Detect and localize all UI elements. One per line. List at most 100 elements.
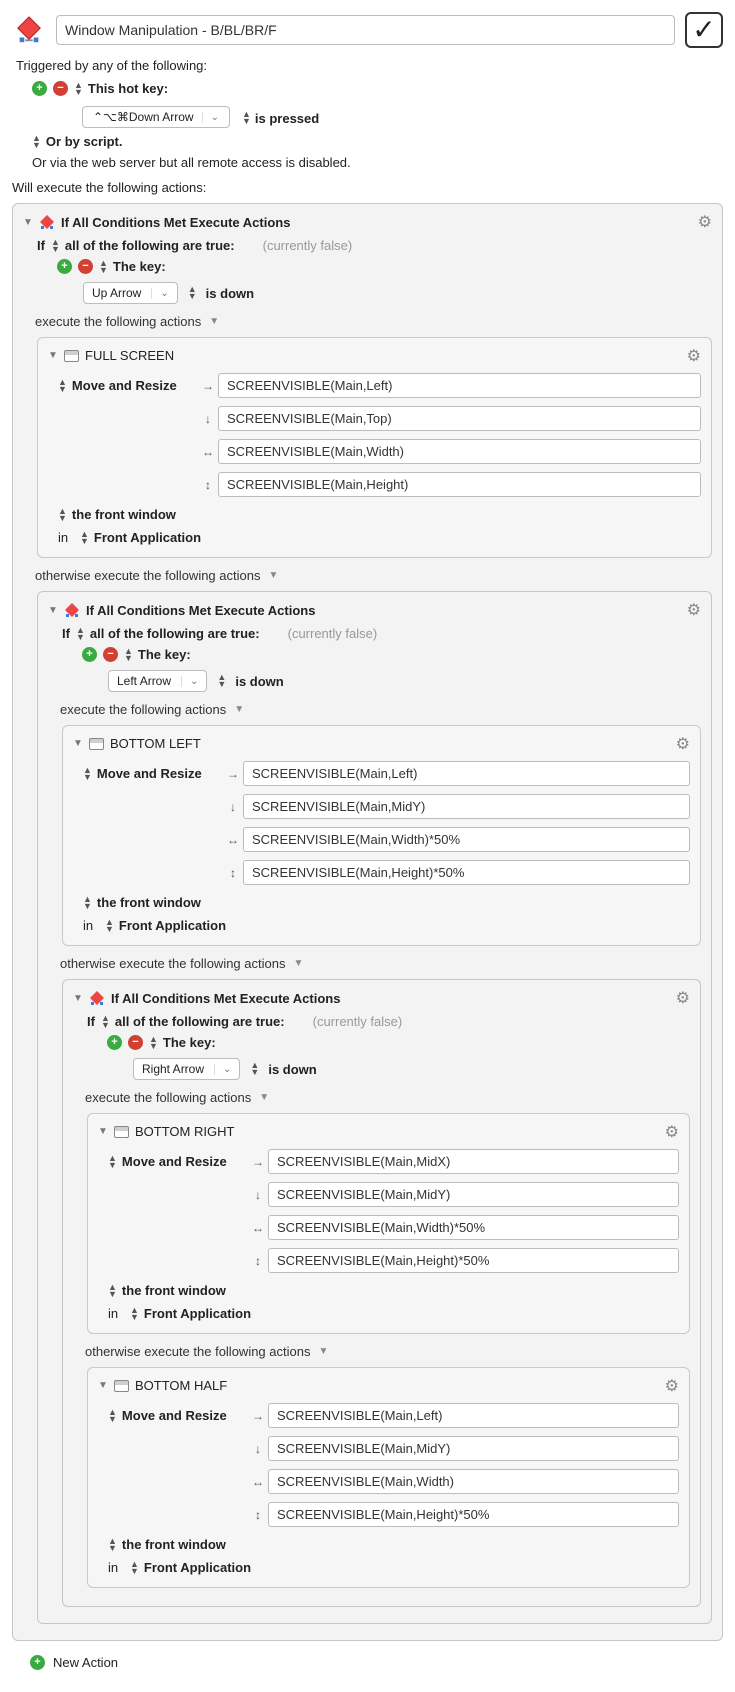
window-target-selector-icon[interactable] bbox=[58, 508, 66, 522]
all-true-label: all of the following are true: bbox=[115, 1014, 285, 1029]
front-application-label: Front Application bbox=[144, 1306, 251, 1321]
disclosure-triangle-icon[interactable]: ▼ bbox=[73, 993, 83, 1004]
param-width-input[interactable] bbox=[268, 1469, 679, 1494]
param-top-input[interactable] bbox=[218, 406, 701, 431]
macro-enabled-checkbox[interactable]: ✓ bbox=[685, 12, 723, 48]
action-type-selector-icon[interactable] bbox=[108, 1409, 116, 1423]
add-condition-button[interactable]: + bbox=[107, 1035, 122, 1050]
key-state-selector-icon[interactable] bbox=[250, 1062, 258, 1076]
param-top-input[interactable] bbox=[243, 794, 690, 819]
window-target-selector-icon[interactable] bbox=[108, 1538, 116, 1552]
key-select[interactable]: Right Arrow ⌄ bbox=[133, 1058, 240, 1080]
window-target-selector-icon[interactable] bbox=[108, 1284, 116, 1298]
if-mode-selector-icon[interactable] bbox=[76, 627, 84, 641]
chevron-down-icon[interactable]: ⌄ bbox=[181, 676, 198, 687]
param-width-input[interactable] bbox=[268, 1215, 679, 1240]
action-full-screen: ⚙ ▼ FULL SCREEN Move and Resize → ↓ ↔ ↕ … bbox=[37, 337, 712, 558]
disclosure-triangle-icon[interactable]: ▼ bbox=[318, 1346, 328, 1357]
move-resize-label: Move and Resize bbox=[122, 1408, 227, 1423]
key-select[interactable]: Left Arrow ⌄ bbox=[108, 670, 207, 692]
disclosure-triangle-icon[interactable]: ▼ bbox=[209, 316, 219, 327]
key-select[interactable]: Up Arrow ⌄ bbox=[83, 282, 178, 304]
if-label: If bbox=[87, 1014, 95, 1029]
disclosure-triangle-icon[interactable]: ▼ bbox=[98, 1380, 108, 1391]
param-width-input[interactable] bbox=[218, 439, 701, 464]
arrow-leftright-icon: ↔ bbox=[248, 1475, 268, 1489]
currently-false-label: (currently false) bbox=[313, 1014, 403, 1029]
arrow-updown-icon: ↕ bbox=[198, 478, 218, 492]
front-window-label: the front window bbox=[122, 1537, 226, 1552]
param-top-input[interactable] bbox=[268, 1436, 679, 1461]
arrow-updown-icon: ↕ bbox=[223, 866, 243, 880]
key-state-selector-icon[interactable] bbox=[188, 286, 196, 300]
param-height-input[interactable] bbox=[268, 1248, 679, 1273]
param-left-input[interactable] bbox=[268, 1403, 679, 1428]
gear-icon[interactable]: ⚙ bbox=[665, 1122, 679, 1142]
app-target-selector-icon[interactable] bbox=[80, 531, 88, 545]
if-mode-selector-icon[interactable] bbox=[101, 1015, 109, 1029]
gear-icon[interactable]: ⚙ bbox=[665, 1376, 679, 1396]
new-action-row[interactable]: + New Action bbox=[30, 1655, 723, 1670]
app-target-selector-icon[interactable] bbox=[130, 1307, 138, 1321]
arrow-right-icon: → bbox=[223, 767, 243, 781]
disclosure-triangle-icon[interactable]: ▼ bbox=[293, 958, 303, 969]
if-mode-selector-icon[interactable] bbox=[51, 239, 59, 253]
param-height-input[interactable] bbox=[243, 860, 690, 885]
param-left-input[interactable] bbox=[268, 1149, 679, 1174]
currently-false-label: (currently false) bbox=[263, 238, 353, 253]
disclosure-triangle-icon[interactable]: ▼ bbox=[73, 738, 83, 749]
param-width-input[interactable] bbox=[243, 827, 690, 852]
remove-condition-button[interactable]: − bbox=[78, 259, 93, 274]
app-target-selector-icon[interactable] bbox=[130, 1561, 138, 1575]
disclosure-triangle-icon[interactable]: ▼ bbox=[259, 1092, 269, 1103]
gear-icon[interactable]: ⚙ bbox=[676, 988, 690, 1008]
triggered-by-label: Triggered by any of the following: bbox=[16, 58, 723, 73]
add-trigger-button[interactable]: + bbox=[32, 81, 47, 96]
add-condition-button[interactable]: + bbox=[57, 259, 72, 274]
hotkey-field[interactable]: ⌃⌥⌘Down Arrow ⌄ bbox=[82, 106, 230, 128]
script-trigger-selector-icon[interactable] bbox=[32, 135, 40, 149]
action-type-selector-icon[interactable] bbox=[58, 379, 66, 393]
app-target-selector-icon[interactable] bbox=[105, 919, 113, 933]
condition-type-selector-icon[interactable] bbox=[149, 1036, 157, 1050]
chevron-down-icon[interactable]: ⌄ bbox=[214, 1064, 231, 1075]
param-height-input[interactable] bbox=[268, 1502, 679, 1527]
macro-name-input[interactable] bbox=[56, 15, 675, 45]
window-icon bbox=[114, 1126, 129, 1138]
gear-icon[interactable]: ⚙ bbox=[676, 734, 690, 754]
action-type-selector-icon[interactable] bbox=[108, 1155, 116, 1169]
gear-icon[interactable]: ⚙ bbox=[698, 212, 712, 232]
remove-condition-button[interactable]: − bbox=[103, 647, 118, 662]
in-label: in bbox=[83, 918, 99, 933]
chevron-down-icon[interactable]: ⌄ bbox=[151, 288, 168, 299]
disclosure-triangle-icon[interactable]: ▼ bbox=[48, 350, 58, 361]
gear-icon[interactable]: ⚙ bbox=[687, 346, 701, 366]
condition-type-selector-icon[interactable] bbox=[124, 648, 132, 662]
chevron-down-icon[interactable]: ⌄ bbox=[202, 112, 219, 123]
key-select-value: Right Arrow bbox=[142, 1062, 204, 1076]
disclosure-triangle-icon[interactable]: ▼ bbox=[268, 570, 278, 581]
if-label: If bbox=[62, 626, 70, 641]
disclosure-triangle-icon[interactable]: ▼ bbox=[48, 605, 58, 616]
disclosure-triangle-icon[interactable]: ▼ bbox=[98, 1126, 108, 1137]
gear-icon[interactable]: ⚙ bbox=[687, 600, 701, 620]
otherwise-execute-label: otherwise execute the following actions bbox=[35, 568, 260, 583]
or-by-script-label: Or by script. bbox=[46, 134, 123, 149]
remove-condition-button[interactable]: − bbox=[128, 1035, 143, 1050]
window-target-selector-icon[interactable] bbox=[83, 896, 91, 910]
param-height-input[interactable] bbox=[218, 472, 701, 497]
hotkey-mode-selector-icon[interactable] bbox=[242, 111, 250, 125]
new-action-label: New Action bbox=[53, 1655, 118, 1670]
param-left-input[interactable] bbox=[218, 373, 701, 398]
remove-trigger-button[interactable]: − bbox=[53, 81, 68, 96]
is-down-label: is down bbox=[206, 286, 254, 301]
trigger-type-selector-icon[interactable] bbox=[74, 82, 82, 96]
disclosure-triangle-icon[interactable]: ▼ bbox=[234, 704, 244, 715]
disclosure-triangle-icon[interactable]: ▼ bbox=[23, 217, 33, 228]
param-left-input[interactable] bbox=[243, 761, 690, 786]
key-state-selector-icon[interactable] bbox=[217, 674, 225, 688]
add-condition-button[interactable]: + bbox=[82, 647, 97, 662]
condition-type-selector-icon[interactable] bbox=[99, 260, 107, 274]
action-type-selector-icon[interactable] bbox=[83, 767, 91, 781]
param-top-input[interactable] bbox=[268, 1182, 679, 1207]
